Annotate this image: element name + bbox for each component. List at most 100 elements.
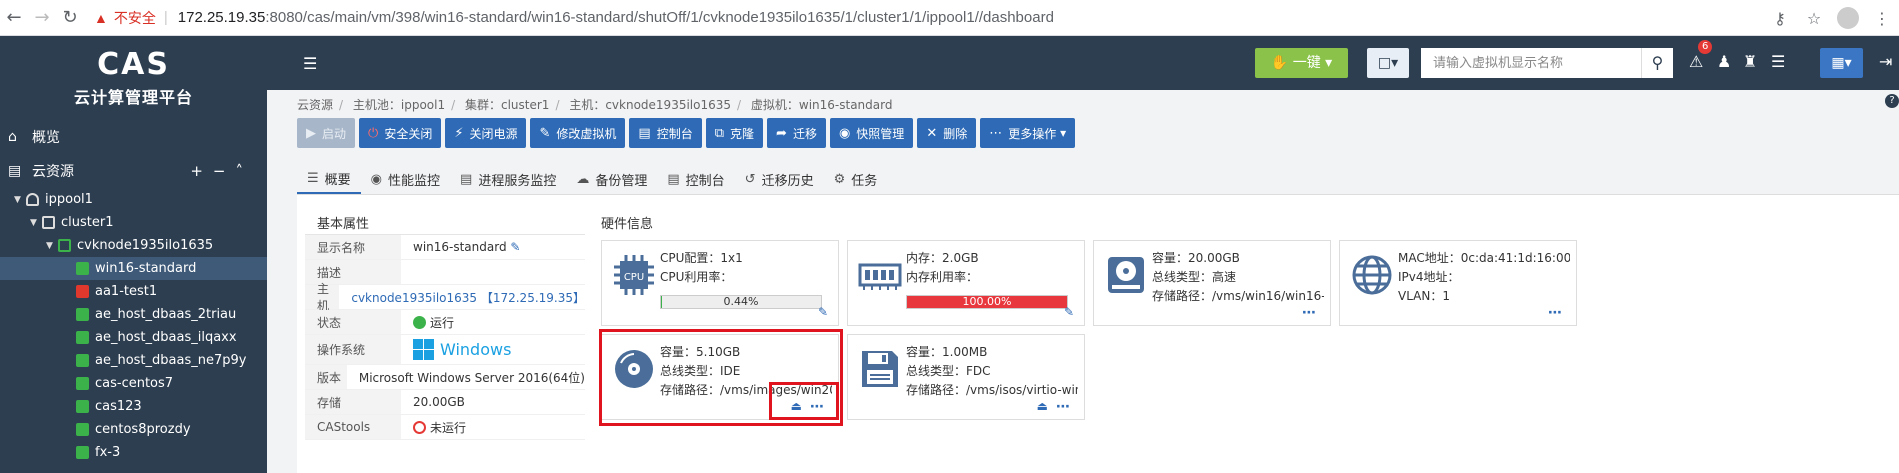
caret-down-icon[interactable]: ▼ [30,218,42,228]
highlight-box-actions [769,382,839,420]
help-icon[interactable]: ? [1885,94,1899,108]
console-button[interactable]: ▤ 控制台 [629,118,702,148]
safe-shutdown-button[interactable]: ⏻ 安全关闭 [359,118,442,148]
tab-migration-history[interactable]: ↺ 迁移历史 [735,164,824,194]
button-label: 快照管理 [856,126,905,141]
tree-label: centos8prozdy [95,422,191,437]
sidebar-item-resources[interactable]: ▤ 云资源 +−˄ [0,154,267,188]
caret-down-icon[interactable]: ▼ [14,195,26,205]
clone-button[interactable]: ⧉ 克隆 [705,118,764,148]
tree-node-vm[interactable]: centos8prozdy [0,418,267,441]
snapshot-button[interactable]: ◉ 快照管理 [829,118,914,148]
list-icon[interactable]: ☰ [1771,52,1785,71]
tree-node-vm[interactable]: cas-centos7 [0,372,267,395]
filter-dropdown-button[interactable]: □▾ [1367,48,1409,78]
one-click-button[interactable]: ✋ 一键 ▾ [1255,48,1348,78]
host-icon [58,239,71,252]
tab-performance[interactable]: ◉ 性能监控 [361,164,450,194]
edit-icon[interactable]: ✎ [510,240,520,254]
edit-icon[interactable]: ✎ [1064,305,1074,319]
star-icon[interactable]: ☆ [1797,9,1831,28]
theme-shirt-icon[interactable]: ♜ [1743,52,1757,71]
property-row: 描述 [305,260,585,285]
alert-icon[interactable]: ⚠ [1689,52,1703,71]
tree-node-vm[interactable]: ae_host_dbaas_ilqaxx [0,326,267,349]
forward-icon[interactable]: → [28,7,56,28]
more-icon[interactable]: ⋯ [1056,399,1070,415]
gear-icon: ⚙ [833,171,846,187]
logo-title: CAS [97,47,170,82]
search-icon[interactable]: ⚲ [1641,48,1673,78]
address-bar[interactable]: ▲ 不安全 | 172.25.19.35:8080/cas/main/vm/39… [94,8,1054,28]
floppy-path: 存储路径：/vms/isos/virtio-win201... [906,383,1078,397]
tab-process-monitor[interactable]: ▤ 进程服务监控 [450,164,566,194]
host-link[interactable]: cvknode1935ilo1635 【172.25.19.35】 [351,289,585,306]
list-icon: ☰ [307,170,319,186]
more-icon[interactable]: ⋯ [1548,305,1562,321]
more-actions-button[interactable]: ⋯ 更多操作 ▾ [980,118,1076,148]
windows-logo-icon [413,339,434,360]
main-area: ☰ ✋ 一键 ▾ □▾ ⚲ ⚠ 6 ♟ ♜ ☰ ▦▾ ⇥ 云资源/ 主机池：ip… [267,36,1899,473]
eject-icon[interactable]: ⏏ [1037,399,1048,413]
caret-down-icon[interactable]: ▼ [46,241,58,251]
property-label: 显示名称 [305,235,401,259]
button-label: 克隆 [730,126,755,141]
tab-tasks[interactable]: ⚙ 任务 [824,164,888,194]
tree-label: cas123 [95,399,142,414]
tree-node-pool[interactable]: ▼ ippool1 [0,188,267,211]
property-label: 存储 [305,390,401,414]
more-icon[interactable]: ⋯ [1302,305,1316,321]
vm-running-icon [76,423,89,436]
clone-icon: ⧉ [714,125,725,141]
migrate-button[interactable]: ➦ 迁移 [767,118,826,148]
cpu-icon: CPU [614,255,654,295]
vm-search-input[interactable] [1421,48,1641,78]
panel-title: 基本属性 [305,207,585,235]
breadcrumb-link[interactable]: 主机：cvknode1935ilo1635 [569,98,731,112]
resource-tools[interactable]: +−˄ [190,162,253,180]
monitor-icon: ▤ [638,125,651,141]
menu-toggle-icon[interactable]: ☰ [303,54,317,73]
logout-icon[interactable]: ⇥ [1879,52,1892,71]
tree-node-vm[interactable]: ae_host_dbaas_ne7p9y [0,349,267,372]
plug-icon: ⚡ [454,125,464,141]
start-button[interactable]: ▶ 启动 [297,118,356,148]
sidebar: CAS 云计算管理平台 ⌂ 概览 ▤ 云资源 +−˄ ▼ ippool1 ▼ c… [0,36,267,473]
profile-avatar[interactable] [1831,7,1865,29]
tree-node-vm[interactable]: win16-standard [0,257,267,280]
back-icon[interactable]: ← [0,7,28,28]
tree-node-vm[interactable]: fx-3 [0,441,267,464]
tab-label: 任务 [851,173,878,189]
button-label: 修改虚拟机 [556,126,617,141]
breadcrumb-link[interactable]: 集群：cluster1 [465,98,549,112]
floppy-bus-type: 总线类型：FDC [906,364,991,378]
user-icon[interactable]: ♟ [1717,52,1731,71]
tree-node-vm[interactable]: cas123 [0,395,267,418]
tree-label: aa1-test1 [95,284,158,299]
property-label: 主机 [305,282,340,313]
breadcrumb-link[interactable]: 主机池：ippool1 [353,98,445,112]
tab-console[interactable]: ▤ 控制台 [657,164,734,194]
tree-label: ae_host_dbaas_2triau [95,307,237,322]
action-toolbar: ▶ 启动 ⏻ 安全关闭 ⚡ 关闭电源 ✎ 修改虚拟机 ▤ 控制台 ⧉ 克隆 ➦ 迁移 ◉ 快照管… [297,118,1076,148]
browser-menu-icon[interactable]: ⋮ [1865,9,1899,28]
power-off-button[interactable]: ⚡ 关闭电源 [445,118,527,148]
tree-node-host[interactable]: ▼ cvknode1935ilo1635 [0,234,267,257]
key-icon[interactable]: ⚷ [1763,9,1797,28]
sidebar-item-overview[interactable]: ⌂ 概览 [0,120,267,154]
tree-node-vm[interactable]: ae_host_dbaas_2triau [0,303,267,326]
breadcrumb-link[interactable]: 云资源 [297,98,333,112]
property-row: 版本 Microsoft Windows Server 2016(64位) [305,365,585,390]
vm-running-icon [76,446,89,459]
tab-backup[interactable]: ☁ 备份管理 [566,164,657,194]
edit-icon[interactable]: ✎ [818,305,828,319]
tab-overview[interactable]: ☰ 概要 [297,164,361,194]
tree-label: cas-centos7 [95,376,174,391]
view-switch-button[interactable]: ▦▾ [1820,48,1863,78]
tree-node-vm[interactable]: aa1-test1 [0,280,267,303]
delete-button[interactable]: ✕ 删除 [917,118,977,148]
edit-vm-button[interactable]: ✎ 修改虚拟机 [530,118,626,148]
panel-title: 硬件信息 [601,217,654,232]
tree-node-cluster[interactable]: ▼ cluster1 [0,211,267,234]
reload-icon[interactable]: ↻ [56,7,84,28]
